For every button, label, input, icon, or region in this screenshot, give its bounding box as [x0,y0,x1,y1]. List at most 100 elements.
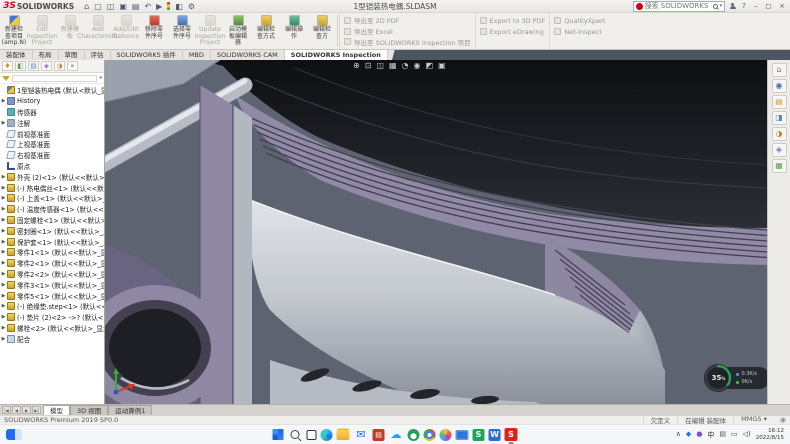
appearances-scenes-icon[interactable]: ◑ [772,127,787,141]
expand-arrow-icon[interactable]: ▶ [0,336,7,342]
expand-arrow-icon[interactable]: ▶ [0,206,7,212]
open-file-icon[interactable]: ◫ [107,2,115,11]
search-icon[interactable] [713,4,718,9]
expand-arrow-icon[interactable]: ▶ [0,249,7,255]
tray-expand-icon[interactable]: ∧ [676,430,681,440]
edit-inspection-button[interactable]: 编辑检 查方 [308,13,336,49]
tree-component[interactable]: ▶ 零件2<1> (默认<<默认>_显示状态 [0,258,104,269]
expand-arrow-icon[interactable]: ▶ [0,314,7,320]
file-explorer-pane-icon[interactable]: ▤ [772,95,787,109]
tree-component[interactable]: ▶ (-) 垫片 (2)<2> ->? (默认<<默认 [0,312,104,323]
taskbar-clock[interactable]: 16:12 2022/8/15 [756,428,784,441]
view-orientation-icon[interactable]: ▦ [389,61,397,71]
export-menu-item[interactable]: Net-Inspect [554,26,605,37]
solidworks-app[interactable]: S [505,428,518,441]
cloud-app[interactable]: ☁ [389,427,404,442]
search-input[interactable] [645,2,711,10]
word-app[interactable]: W [489,429,501,441]
expand-arrow-icon[interactable]: ▶ [0,303,7,309]
tree-sensors[interactable]: 传感器 [0,107,104,118]
save-icon[interactable]: ▣ [119,2,127,11]
expand-arrow-icon[interactable]: ▶ [0,174,7,180]
custom-properties-icon[interactable]: ◈ [772,143,787,157]
add-characteristic-button[interactable]: Add Characteristic [84,13,112,49]
print-icon[interactable]: ▤ [132,2,140,11]
commandmanager-tab[interactable]: 装配体 [0,50,33,60]
filter-funnel-icon[interactable] [2,76,10,81]
restore-button[interactable]: ◻ [763,2,773,10]
launch-template-editor-button[interactable]: 启动模 板编辑 器 [224,13,252,49]
search-dropdown-icon[interactable]: ▾ [720,3,723,9]
tray-app-icon[interactable]: ● [696,430,702,440]
add-edit-balloons-button[interactable]: Add/Edit Balloons [112,13,140,49]
expand-arrow-icon[interactable]: ▶ [0,260,7,266]
edit-inspection-method-button[interactable]: 编辑检 查方式 [252,13,280,49]
commandmanager-tab[interactable]: 评估 [85,50,111,60]
expand-arrow-icon[interactable]: ▶ [0,325,7,331]
displaymanager-tab[interactable]: ◑ [54,61,65,71]
tray-pen-icon[interactable]: ▤ [719,430,726,440]
start-button[interactable] [273,429,284,440]
home-icon[interactable]: ⌂ [84,2,89,11]
tree-component[interactable]: ▶ 零件5<1> (默认<<默认>_显示状态 [0,290,104,301]
commandmanager-tab[interactable]: 草图 [59,50,85,60]
rebuild-traffic-light-icon[interactable] [167,2,170,10]
expand-arrow-icon[interactable]: ▶ [0,185,7,191]
configurationmanager-tab[interactable]: ▤ [28,61,39,71]
tree-front-plane[interactable]: 前视基准面 [0,128,104,139]
help-search-box[interactable]: ▾ [633,1,726,12]
task-view-button[interactable] [307,430,317,440]
tree-component[interactable]: ▶ 零件1<1> (默认<<默认>_显示状态 [0,247,104,258]
tree-component[interactable]: ▶ (-) 温度传感器<1> (默认<<默认>_ [0,204,104,215]
net-speed-widget[interactable]: 35% 0.3K/s 0K/s [704,364,757,392]
edit-inspection-project-button[interactable]: Edit Inspection Project [28,13,56,49]
tray-security-icon[interactable]: ◆ [686,430,691,440]
panel-tab-overflow[interactable]: » [67,61,78,71]
export-menu-item[interactable]: Export eDrawing [480,26,546,37]
tree-top-plane[interactable]: 上视基准面 [0,139,104,150]
ime-indicator[interactable]: 中 [707,430,714,440]
hide-show-items-icon[interactable]: ◉ [414,61,421,71]
tree-component[interactable]: ▶ 固定螺栓<1> (默认<<默认>_显示 [0,215,104,226]
expand-arrow-icon[interactable]: ▶ [0,228,7,234]
export-menu-item[interactable]: 导出至 Excel [344,26,471,37]
expand-arrow-icon[interactable]: ▶ [0,98,7,104]
colorful-browser[interactable] [440,429,452,441]
widgets-button[interactable] [6,429,22,440]
tree-component[interactable]: ▶ 保护套<1> (默认<<默认>_显示状 [0,236,104,247]
section-view-icon[interactable]: ◫ [376,61,384,71]
tree-mates-folder[interactable]: ▶ 配合 [0,333,104,344]
featuremanager-tree-tab[interactable]: ♦ [2,61,13,71]
tab-nav-arrow[interactable]: ▶ [22,406,31,414]
tree-right-plane[interactable]: 右视基准面 [0,150,104,161]
file-properties-icon[interactable]: ◧ [175,2,183,11]
tab-nav-arrow[interactable]: ▶| [32,406,41,414]
expand-arrow-icon[interactable]: ▶ [0,271,7,277]
search-button[interactable] [288,427,303,442]
propertymanager-tab[interactable]: ◧ [15,61,26,71]
new-file-icon[interactable]: ▢ [94,2,102,11]
edge-browser[interactable] [321,429,333,441]
expand-arrow-icon[interactable]: ▶ [0,239,7,245]
document-tab[interactable]: 运动算例1 [108,405,152,415]
update-inspection-project-button[interactable]: Update Inspection Project [196,13,224,49]
volume-icon[interactable]: ◁) [743,430,751,440]
zoom-area-icon[interactable]: ⊡ [365,61,372,71]
dimxpertmanager-tab[interactable]: ◈ [41,61,52,71]
select-cursor-icon[interactable]: ▶ [156,2,162,11]
help-button[interactable]: ? [740,2,748,10]
tab-nav-arrow[interactable]: |◀ [2,406,11,414]
view-settings-icon[interactable]: ▣ [438,61,446,71]
expand-arrow-icon[interactable]: ▶ [0,217,7,223]
commandmanager-tab[interactable]: 布局 [33,50,59,60]
view-palette-icon[interactable]: ◨ [772,111,787,125]
tree-component[interactable]: ▶ 外壳 (2)<1> (默认<<默认>_显示状 [0,171,104,182]
green-app[interactable] [408,429,420,441]
edit-operation-button[interactable]: 编辑操 作 [280,13,308,49]
mail-app[interactable]: ✉ [354,427,369,442]
undo-icon[interactable]: ↶ [144,2,151,11]
edit-appearance-icon[interactable]: ◩ [426,61,434,71]
file-explorer[interactable] [337,430,350,440]
tree-component[interactable]: ▶ 零件2<2> (默认<<默认>_显示状态 [0,269,104,280]
filter-dropdown-icon[interactable]: ▾ [99,75,102,81]
